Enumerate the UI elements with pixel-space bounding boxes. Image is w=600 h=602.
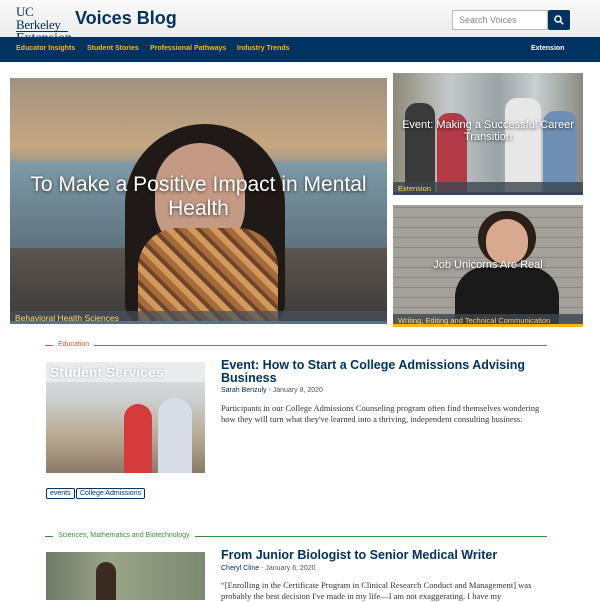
category-line bbox=[45, 345, 547, 346]
post-date: - January 8, 2020 bbox=[266, 387, 323, 394]
category-divider: Sciences, Mathematics and Biotechnology bbox=[45, 532, 547, 542]
post-excerpt: Participants in our College Admissions C… bbox=[221, 403, 540, 424]
blog-title[interactable]: Voices Blog bbox=[75, 8, 177, 29]
nav-extension[interactable]: Extension bbox=[531, 45, 564, 52]
featured-main-title[interactable]: To Make a Positive Impact in Mental Heal… bbox=[10, 173, 387, 221]
post-card: Sciences, Mathematics and Biotechnology … bbox=[45, 532, 547, 601]
nav-educator-insights[interactable]: Educator Insights bbox=[16, 45, 75, 52]
tag-events[interactable]: events bbox=[46, 488, 75, 499]
site-header: UC Berkeley Extension Voices Blog Search… bbox=[0, 0, 600, 46]
photo-person bbox=[124, 404, 152, 473]
search-input[interactable]: Search Voices bbox=[452, 10, 548, 30]
post-meta: Sarah Benzuly - January 8, 2020 bbox=[221, 387, 323, 394]
featured-side-2-category[interactable]: Writing, Editing and Technical Communica… bbox=[393, 314, 583, 327]
post-author[interactable]: Sarah Benzuly bbox=[221, 387, 267, 394]
featured-main-category[interactable]: Behavioral Health Sciences bbox=[10, 311, 387, 324]
post-meta: Cheryl Cline - January 6, 2020 bbox=[221, 565, 316, 572]
thumbnail-sign: Student Services bbox=[46, 362, 205, 382]
post-category[interactable]: Education bbox=[53, 341, 95, 348]
main-nav: Educator Insights Student Stories Profes… bbox=[0, 37, 600, 62]
featured-side-story-2[interactable]: Job Unicorns Are Real Writing, Editing a… bbox=[393, 205, 583, 327]
featured-side-1-title[interactable]: Event: Making a Successful Career Transi… bbox=[393, 119, 583, 143]
post-card: Education Student Services Event: How to… bbox=[45, 341, 547, 506]
featured-side-2-title[interactable]: Job Unicorns Are Real bbox=[393, 259, 583, 271]
featured-side-1-category[interactable]: Extension bbox=[393, 182, 583, 195]
search-button[interactable] bbox=[548, 10, 570, 30]
nav-professional-pathways[interactable]: Professional Pathways bbox=[150, 45, 226, 52]
post-author[interactable]: Cheryl Cline bbox=[221, 565, 259, 572]
featured-side-story-1[interactable]: Event: Making a Successful Career Transi… bbox=[393, 73, 583, 195]
post-title[interactable]: From Junior Biologist to Senior Medical … bbox=[221, 549, 497, 562]
photo-person bbox=[158, 398, 192, 473]
post-category[interactable]: Sciences, Mathematics and Biotechnology bbox=[53, 532, 195, 539]
photo-person bbox=[505, 98, 541, 195]
post-title[interactable]: Event: How to Start a College Admissions… bbox=[221, 359, 547, 385]
featured-main-story[interactable]: To Make a Positive Impact in Mental Heal… bbox=[10, 78, 387, 324]
category-divider: Education bbox=[45, 341, 547, 351]
post-excerpt: “[Enrolling in the Certificate Program i… bbox=[221, 580, 532, 601]
photo-person bbox=[96, 562, 116, 600]
post-date: - January 6, 2020 bbox=[259, 565, 316, 572]
tag-college-admissions[interactable]: College Admissions bbox=[76, 488, 146, 499]
nav-industry-trends[interactable]: Industry Trends bbox=[237, 45, 290, 52]
search-icon bbox=[554, 15, 564, 25]
post-thumbnail[interactable]: Student Services bbox=[46, 362, 205, 473]
hero-photo-scarf bbox=[138, 228, 278, 324]
post-thumbnail[interactable] bbox=[46, 552, 205, 600]
nav-student-stories[interactable]: Student Stories bbox=[87, 45, 139, 52]
logo-line1: UC Berkeley bbox=[16, 4, 61, 32]
